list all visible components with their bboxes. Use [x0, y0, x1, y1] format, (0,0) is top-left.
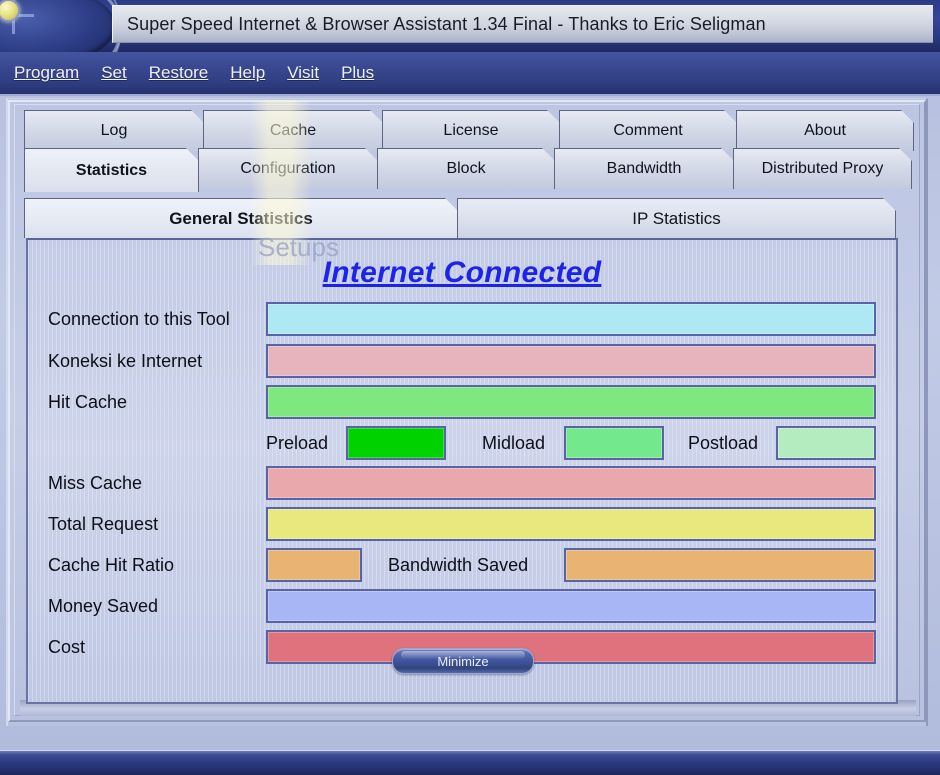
tab-configuration[interactable]: Configuration — [198, 148, 378, 189]
menu-accel: R — [148, 63, 162, 82]
tab-label: Distributed Proxy — [761, 160, 884, 177]
tab-control: Log Cache License Comment About Statisti… — [24, 110, 916, 192]
menu-item-restore[interactable]: Restore — [149, 63, 209, 83]
label-preload: Preload — [266, 433, 329, 453]
tab-statistics[interactable]: Statistics — [24, 148, 199, 192]
field-postload[interactable] — [776, 426, 876, 460]
menu-label: rogram — [25, 63, 80, 82]
label-bandwidth-saved: Bandwidth Saved — [388, 555, 529, 575]
application-window: Super Speed Internet & Browser Assistant… — [0, 0, 940, 775]
tab-label: Configuration — [240, 160, 336, 177]
menu-item-program[interactable]: Program — [14, 63, 79, 83]
title-plate: Super Speed Internet & Browser Assistant… — [112, 5, 933, 43]
field-cost[interactable] — [266, 630, 876, 664]
field-connection-to-this-tool[interactable] — [266, 302, 876, 336]
tab-log[interactable]: Log — [24, 110, 204, 151]
subtab-ip-statistics[interactable]: IP Statistics — [457, 198, 896, 238]
subtab-general-statistics[interactable]: General Statistics — [24, 198, 458, 238]
label-miss-cache: Miss Cache — [48, 472, 143, 493]
label-total-request: Total Request — [48, 513, 159, 534]
row-hit-cache: Hit Cache — [28, 385, 896, 419]
menu-label: isit — [298, 63, 320, 82]
minimize-button[interactable]: Minimize — [392, 648, 534, 674]
bottom-status-bar — [0, 750, 940, 775]
menu-accel: V — [287, 63, 299, 82]
tab-label: Comment — [613, 122, 683, 139]
label-midload: Midload — [482, 433, 546, 453]
tab-row-primary: Statistics Configuration Block Bandwidth… — [24, 148, 916, 190]
tab-label: Bandwidth — [606, 160, 682, 177]
field-koneksi-ke-internet[interactable] — [266, 344, 876, 378]
menu-item-set[interactable]: Set — [101, 63, 127, 83]
row-koneksi-ke-internet: Koneksi ke Internet — [28, 344, 896, 378]
field-money-saved[interactable] — [266, 589, 876, 623]
label-koneksi-ke-internet: Koneksi ke Internet — [48, 350, 203, 371]
menu-label: elp — [242, 63, 266, 82]
tab-about[interactable]: About — [736, 110, 914, 151]
menu-item-help[interactable]: Help — [230, 63, 265, 83]
tab-bandwidth[interactable]: Bandwidth — [554, 148, 734, 189]
tab-label: Block — [446, 160, 486, 177]
field-preload[interactable] — [346, 426, 446, 460]
row-miss-cache: Miss Cache — [28, 466, 896, 500]
row-total-request: Total Request — [28, 507, 896, 541]
tab-block[interactable]: Block — [377, 148, 555, 189]
tab-distributed-proxy[interactable]: Distributed Proxy — [733, 148, 912, 189]
row-connection-to-this-tool: Connection to this Tool — [28, 302, 896, 336]
label-money-saved: Money Saved — [48, 595, 159, 616]
sub-tab-control: General Statistics IP Statistics — [24, 198, 896, 238]
tab-license[interactable]: License — [382, 110, 560, 151]
row-load-meters: Preload Midload Postload — [28, 426, 896, 460]
menu-label: et — [112, 63, 127, 82]
menu-accel: P — [341, 63, 353, 82]
tab-label: Statistics — [75, 161, 148, 179]
menu-accel: S — [101, 63, 113, 82]
menu-item-visit[interactable]: Visit — [287, 63, 319, 83]
label-postload: Postload — [688, 433, 759, 453]
tab-row-secondary: Log Cache License Comment About — [24, 110, 916, 152]
window-title: Super Speed Internet & Browser Assistant… — [127, 13, 766, 34]
tab-label: Log — [100, 122, 128, 139]
label-cache-hit-ratio: Cache Hit Ratio — [48, 554, 175, 575]
field-midload[interactable] — [564, 426, 664, 460]
menu-label: lus — [352, 63, 375, 82]
field-cache-hit-ratio[interactable] — [266, 548, 362, 582]
menu-bar: Program Set Restore Help Visit Plus — [0, 52, 940, 96]
tab-label: Cache — [269, 122, 317, 139]
label-connection-to-this-tool: Connection to this Tool — [48, 308, 230, 329]
tab-comment[interactable]: Comment — [559, 110, 737, 151]
connection-status-heading: Internet Connected — [322, 256, 602, 289]
field-miss-cache[interactable] — [266, 466, 876, 500]
field-bandwidth-saved[interactable] — [564, 548, 876, 582]
field-total-request[interactable] — [266, 507, 876, 541]
menu-item-plus[interactable]: Plus — [341, 63, 374, 83]
label-hit-cache: Hit Cache — [48, 391, 128, 412]
general-statistics-panel: Internet Connected Connection to this To… — [26, 238, 898, 704]
subtab-label: General Statistics — [169, 208, 313, 228]
title-bar: Super Speed Internet & Browser Assistant… — [0, 0, 940, 52]
row-money-saved: Money Saved — [28, 589, 896, 623]
menu-accel: P — [14, 63, 26, 82]
menu-accel: H — [230, 63, 243, 82]
tab-label: License — [443, 122, 499, 139]
tab-label: About — [804, 122, 846, 139]
minimize-button-label: Minimize — [437, 653, 489, 669]
label-cost: Cost — [48, 636, 86, 657]
subtab-label: IP Statistics — [632, 208, 721, 228]
field-hit-cache[interactable] — [266, 385, 876, 419]
row-cache-hit-ratio: Cache Hit Ratio Bandwidth Saved — [28, 548, 896, 582]
tab-cache[interactable]: Cache — [203, 110, 383, 151]
menu-label: estore — [161, 63, 209, 82]
